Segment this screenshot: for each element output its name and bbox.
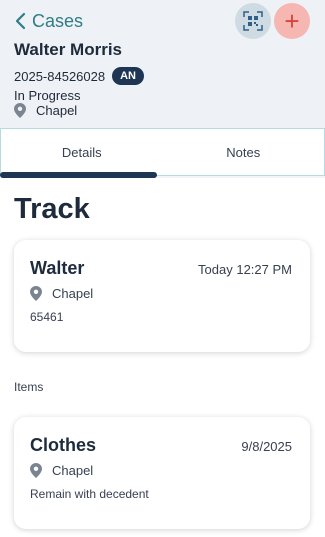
- location-pin-icon: [14, 103, 26, 118]
- tab-details[interactable]: Details: [1, 129, 163, 175]
- track-card-location-label: Chapel: [52, 286, 94, 301]
- tab-notes-label: Notes: [226, 144, 261, 160]
- section-title: Track: [14, 193, 90, 225]
- item-card-date: 9/8/2025: [241, 439, 292, 454]
- tab-bar: Details Notes: [0, 128, 325, 176]
- item-card-location-label: Chapel: [52, 463, 94, 478]
- qr-scan-icon: [243, 11, 263, 31]
- track-card[interactable]: Walter Today 12:27 PM Chapel 65461: [14, 240, 310, 352]
- scan-qr-button[interactable]: [235, 3, 271, 39]
- initials-badge: AN: [112, 67, 144, 85]
- item-card-title: Clothes: [30, 435, 97, 455]
- tab-details-label: Details: [61, 144, 102, 160]
- chevron-left-icon: [15, 12, 26, 30]
- items-section-label: Items: [14, 380, 44, 394]
- location-pin-icon: [30, 463, 42, 478]
- case-number-row: 2025-84526028 AN: [14, 67, 144, 85]
- case-location: Chapel: [14, 103, 77, 118]
- track-card-location: Chapel: [30, 286, 93, 301]
- track-card-title: Walter: [30, 258, 85, 278]
- track-card-time: Today 12:27 PM: [198, 262, 292, 277]
- tab-notes[interactable]: Notes: [163, 129, 325, 175]
- case-number: 2025-84526028: [14, 68, 106, 84]
- item-card-location: Chapel: [30, 463, 93, 478]
- back-label: Cases: [32, 10, 84, 31]
- plus-icon: +: [284, 6, 300, 36]
- item-card-note: Remain with decedent: [30, 487, 149, 501]
- case-header: Cases + Walter Morris 2025-84526028 AN I…: [0, 0, 325, 128]
- decedent-name: Walter Morris: [14, 40, 123, 59]
- track-card-note: 65461: [30, 310, 64, 324]
- case-status: In Progress: [14, 88, 81, 103]
- add-button[interactable]: +: [274, 3, 310, 39]
- back-button[interactable]: Cases: [14, 8, 83, 34]
- case-location-label: Chapel: [36, 103, 78, 118]
- location-pin-icon: [30, 286, 42, 301]
- item-card[interactable]: Clothes 9/8/2025 Chapel Remain with dece…: [14, 417, 310, 529]
